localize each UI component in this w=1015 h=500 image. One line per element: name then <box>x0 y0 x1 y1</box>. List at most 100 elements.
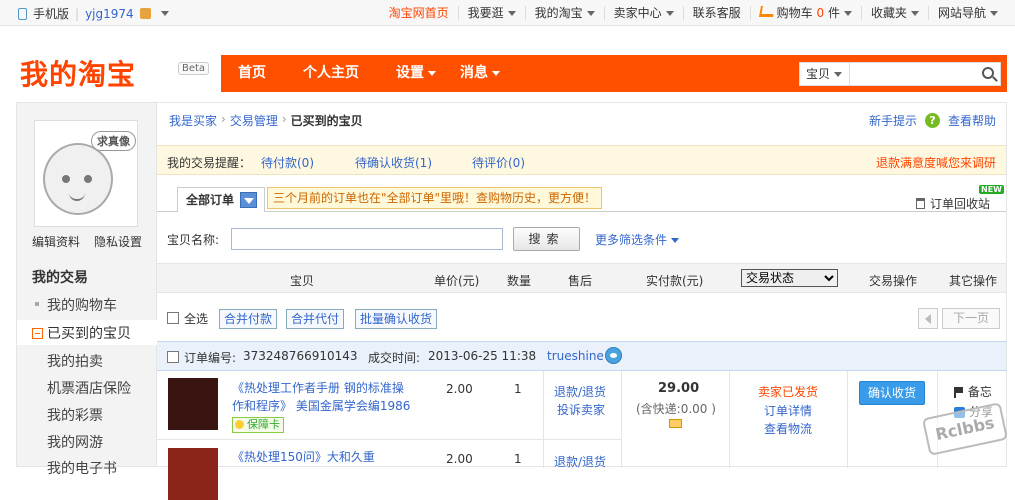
profile-links: 编辑资料 隐私设置 <box>32 233 142 250</box>
tab-dropdown-icon[interactable] <box>240 192 257 208</box>
trade-status-select[interactable]: 交易状态 <box>741 269 838 287</box>
search-input[interactable] <box>851 64 976 84</box>
sidebar-item-auction[interactable]: 我的拍卖 <box>47 351 103 371</box>
table-header: 宝贝 单价(元) 数量 售后 实付款(元) 交易状态 交易操作 其它操作 <box>157 263 1006 293</box>
breadcrumb-buyer[interactable]: 我是买家 <box>169 112 217 129</box>
survey-link[interactable]: 退款满意度喊您来调研 <box>876 154 996 171</box>
nav-profile[interactable]: 个人主页 <box>303 55 359 92</box>
collapse-icon[interactable] <box>32 328 43 339</box>
cart-menu[interactable]: 购物车 0 件 <box>749 5 861 20</box>
next-page-button[interactable]: 下一页 <box>942 308 1000 329</box>
mobile-link[interactable]: 手机版 <box>33 5 69 22</box>
avatar-bubble: 求真像 <box>91 131 136 151</box>
cart-icon <box>758 5 775 17</box>
card-icon[interactable] <box>669 419 682 428</box>
more-filters-link[interactable]: 更多筛选条件 <box>595 231 680 248</box>
prev-page-button[interactable] <box>918 308 938 329</box>
search-icon[interactable] <box>982 67 994 79</box>
order-no: 373248766910143 <box>243 349 358 363</box>
my-taobao-logo[interactable]: 我的淘宝 <box>20 53 136 93</box>
sidebar-section-title: 我的交易 <box>32 270 88 286</box>
pending-review-link[interactable]: 待评价(0) <box>472 154 525 171</box>
order-time: 2013-06-25 11:38 <box>428 349 537 363</box>
col-divider <box>847 371 848 468</box>
help-icon[interactable]: ? <box>924 113 940 128</box>
nav-home[interactable]: 首页 <box>238 55 266 92</box>
newbie-tips-link[interactable]: 新手提示 <box>869 112 917 129</box>
order-recycle-link[interactable]: 订单回收站 <box>915 195 990 212</box>
merge-pay-button[interactable]: 合并付款 <box>219 309 278 329</box>
sidebar-item-ebooks[interactable]: 我的电子书 <box>47 458 117 478</box>
search-button[interactable]: 搜索 <box>513 227 580 251</box>
favorites-menu[interactable]: 收藏夹 <box>860 5 928 20</box>
chevron-down-icon <box>843 10 852 16</box>
order-time-label: 成交时间: <box>368 351 421 365</box>
sidebar-item-bought[interactable]: 已买到的宝贝 <box>47 323 131 343</box>
product-thumbnail[interactable] <box>168 448 218 500</box>
pending-pay-link[interactable]: 待付款(0) <box>261 154 314 171</box>
divider: | <box>75 6 80 21</box>
order-detail-link[interactable]: 订单详情 <box>764 402 812 419</box>
avatar[interactable]: 求真像 <box>34 120 138 227</box>
edit-icon[interactable] <box>139 8 151 19</box>
guarantee-badge[interactable]: 保障卡 <box>232 417 284 433</box>
breadcrumb: 我是买家 › 交易管理 › 已买到的宝贝 <box>169 112 363 129</box>
item-name-input[interactable] <box>231 228 503 250</box>
nav-settings[interactable]: 设置 <box>396 55 436 92</box>
nav-messages-label: 消息 <box>460 65 488 81</box>
view-logistics-link[interactable]: 查看物流 <box>764 420 812 437</box>
main-panel: 我是买家 › 交易管理 › 已买到的宝贝 新手提示 ? 查看帮助 我的交易提醒：… <box>157 102 1007 500</box>
sidebar-item-lottery[interactable]: 我的彩票 <box>47 405 103 425</box>
merge-proxy-button[interactable]: 合并代付 <box>286 309 345 329</box>
search-type-label: 宝贝 <box>806 67 831 81</box>
item-name-label: 宝贝名称: <box>167 233 220 247</box>
refund-link[interactable]: 退款/退货 <box>554 453 606 470</box>
select-all-checkbox[interactable] <box>167 312 179 324</box>
view-help-link[interactable]: 查看帮助 <box>948 112 996 129</box>
browse-menu[interactable]: 我要逛 <box>457 5 525 20</box>
shipping-fee: (含快递:0.00 ) <box>636 402 716 416</box>
contact-service-link[interactable]: 联系客服 <box>682 5 750 20</box>
seller-link[interactable]: trueshine <box>547 349 604 363</box>
refund-link[interactable]: 退款/退货 <box>554 383 606 400</box>
product-title-line: 作和程序》 美国金属学会编1986 <box>232 399 411 413</box>
site-nav-menu[interactable]: 网站导航 <box>927 5 1007 20</box>
sidebar-item-cart[interactable]: 我的购物车 <box>35 295 117 315</box>
product-title[interactable]: 《热处理150问》大和久重 <box>232 448 375 466</box>
confirm-receipt-button[interactable]: 确认收货 <box>859 381 925 405</box>
memo-link[interactable]: 备忘 <box>954 383 992 400</box>
wangwang-chat-icon[interactable] <box>605 347 622 364</box>
col-divider <box>543 371 544 468</box>
cart-count: 0 <box>816 5 825 20</box>
browse-label: 我要逛 <box>467 5 504 20</box>
seller-center-menu[interactable]: 卖家中心 <box>603 5 683 20</box>
complain-link[interactable]: 投诉卖家 <box>557 401 605 418</box>
privacy-settings-link[interactable]: 隐私设置 <box>94 233 142 250</box>
username-link[interactable]: yjg1974 <box>85 7 134 21</box>
memo-label: 备忘 <box>967 385 992 399</box>
breadcrumb-sep: › <box>221 112 226 126</box>
batch-confirm-button[interactable]: 批量确认收货 <box>355 309 438 329</box>
reminder-label: 我的交易提醒： <box>167 156 252 170</box>
mobile-icon <box>18 7 27 20</box>
order-checkbox[interactable] <box>167 351 179 363</box>
chevron-down-icon <box>665 10 674 16</box>
edit-profile-link[interactable]: 编辑资料 <box>32 233 80 250</box>
search-type-select[interactable]: 宝贝 <box>800 63 850 85</box>
col-qty: 数量 <box>507 274 532 288</box>
taobao-home-link[interactable]: 淘宝网首页 <box>380 6 458 20</box>
nav-messages[interactable]: 消息 <box>460 55 500 92</box>
product-title[interactable]: 《热处理工作者手册 钢的标准操 作和程序》 美国金属学会编1986 <box>232 379 410 415</box>
chevron-down-icon <box>834 72 843 77</box>
search-box: 宝贝 <box>799 62 1001 86</box>
breadcrumb-trade[interactable]: 交易管理 <box>230 112 278 129</box>
my-taobao-menu[interactable]: 我的淘宝 <box>524 5 604 20</box>
product-thumbnail[interactable] <box>168 378 218 430</box>
chevron-down-icon[interactable] <box>160 11 169 16</box>
sidebar-item-games[interactable]: 我的网游 <box>47 432 103 452</box>
sidebar-item-travel[interactable]: 机票酒店保险 <box>47 378 131 398</box>
pending-confirm-link[interactable]: 待确认收货(1) <box>355 154 432 171</box>
top-bar-left: 手机版 | yjg1974 <box>18 5 169 22</box>
col-item: 宝贝 <box>290 274 315 288</box>
my-taobao-label: 我的淘宝 <box>534 5 583 20</box>
